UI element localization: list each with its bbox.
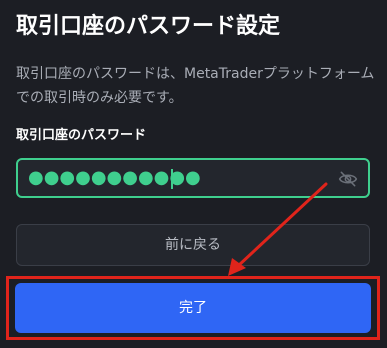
password-masked-value: ●●●●●●●●●●● (28, 167, 201, 188)
page-description: 取引口座のパスワードは、MetaTraderプラットフォームでの取引時のみ必要で… (16, 66, 375, 106)
text-caret (171, 169, 173, 189)
password-input[interactable]: ●●●●●●●●●●● (16, 158, 370, 198)
done-button[interactable]: 完了 (15, 283, 371, 333)
page-title: 取引口座のパスワード設定 (16, 14, 281, 39)
eye-off-icon[interactable] (338, 169, 358, 189)
back-button[interactable]: 前に戻る (16, 224, 370, 266)
password-field-label: 取引口座のパスワード (16, 128, 147, 143)
password-setup-screen: 取引口座のパスワード設定 取引口座のパスワードは、MetaTraderプラットフ… (0, 0, 387, 348)
